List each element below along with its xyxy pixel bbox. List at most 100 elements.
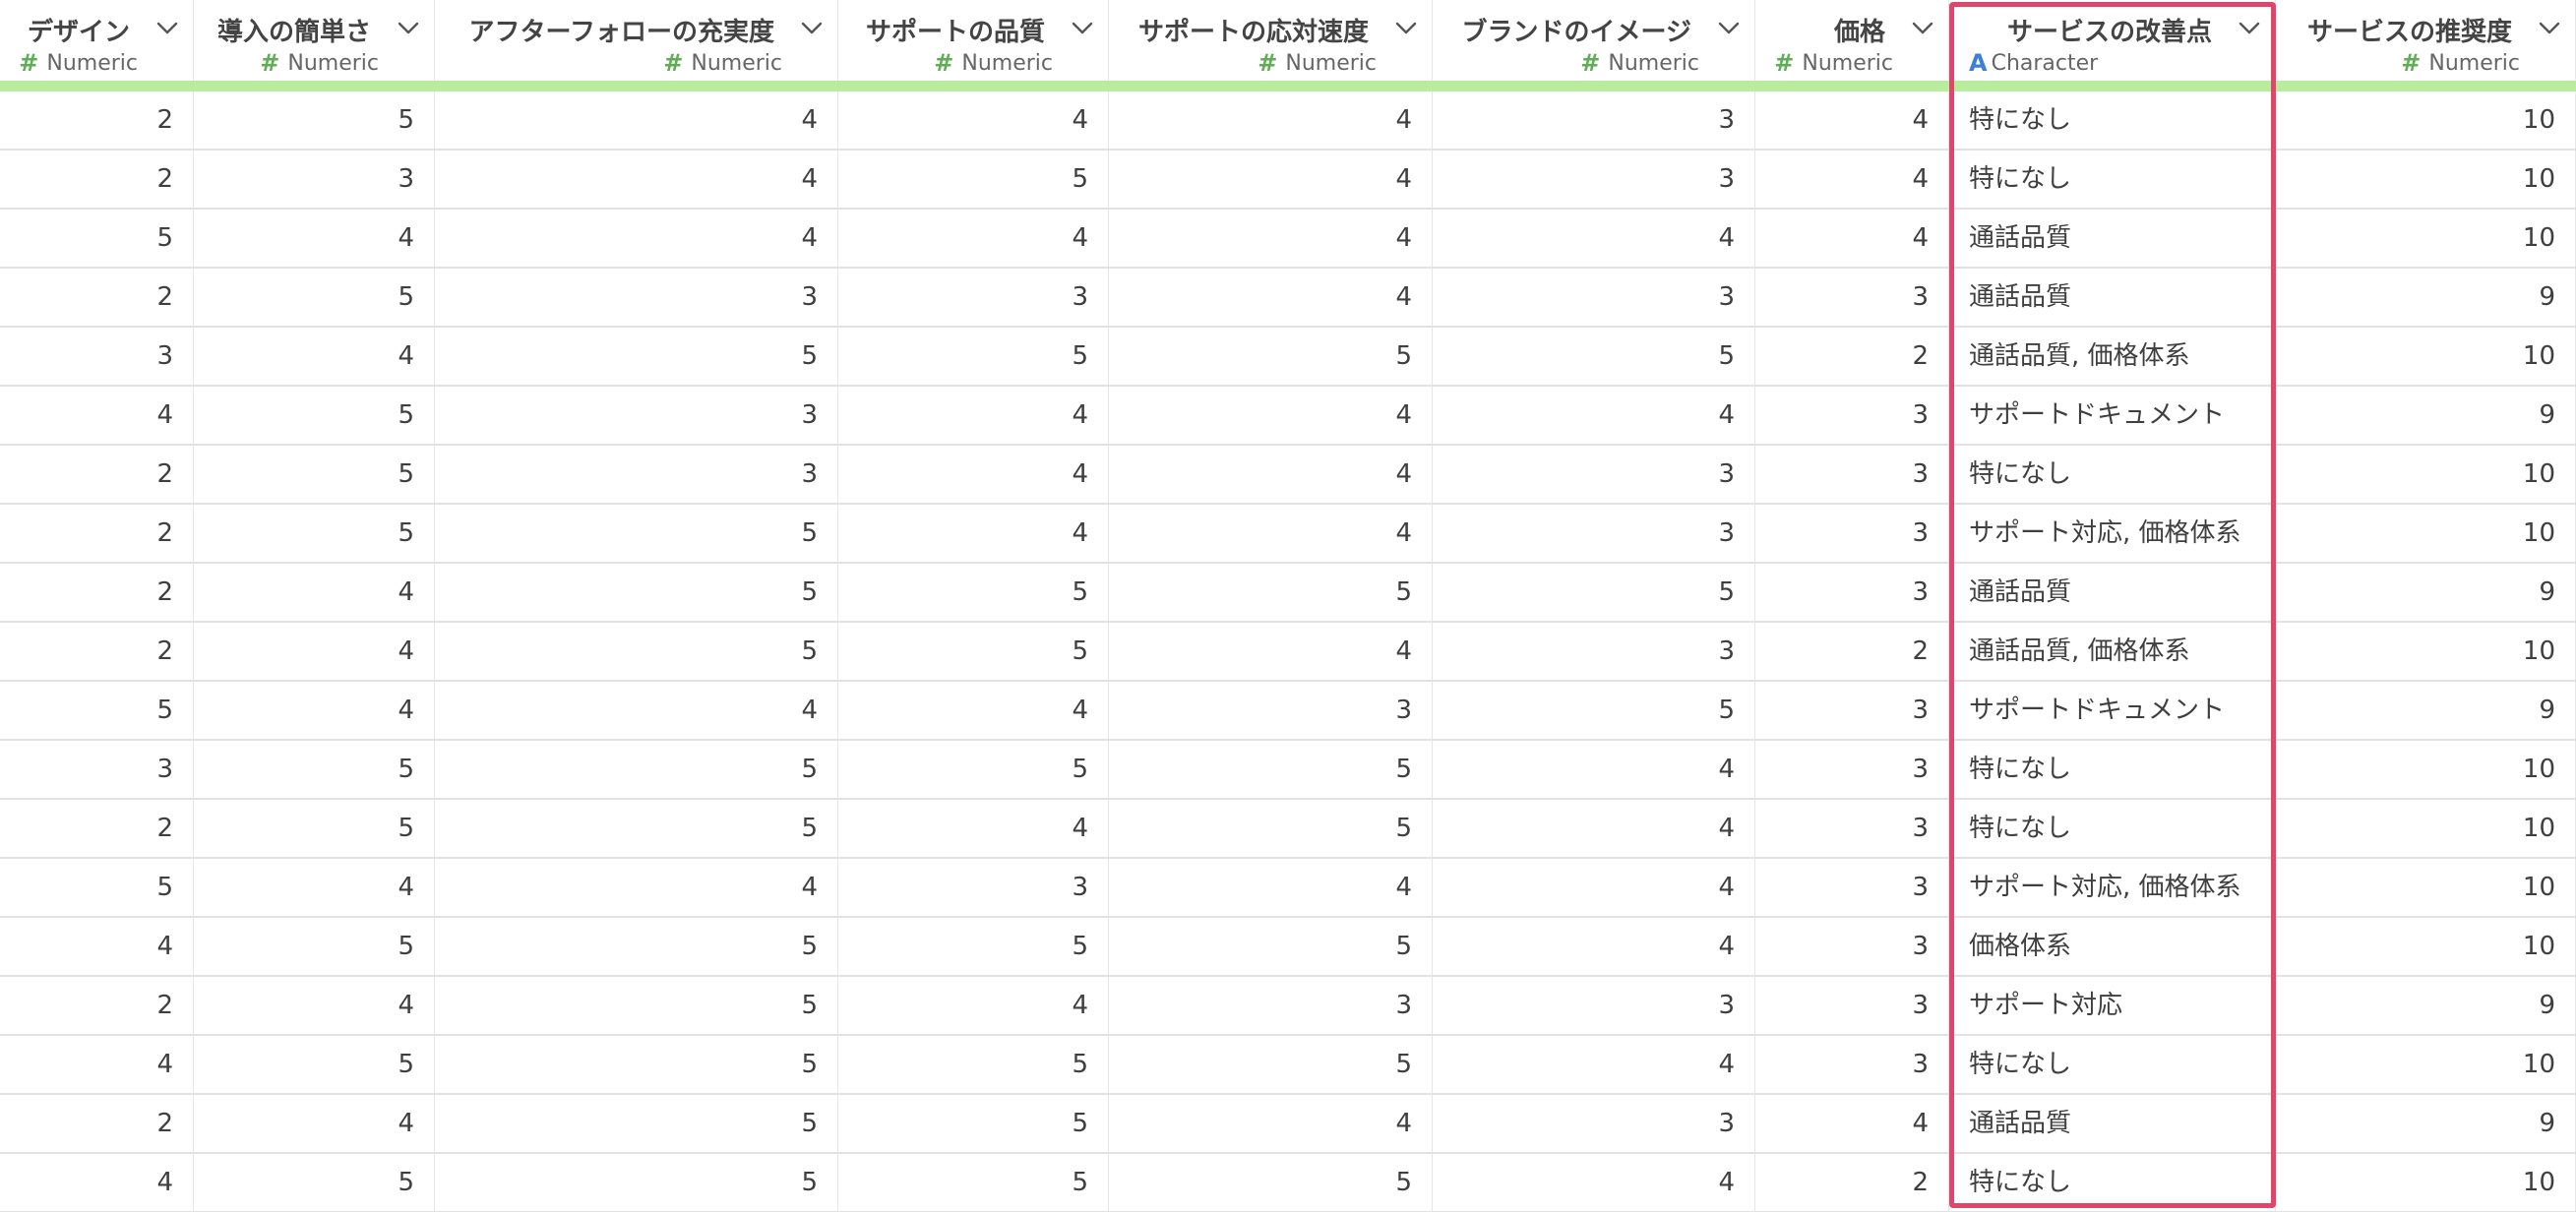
table-cell[interactable]: 4: [1109, 505, 1433, 562]
table-cell[interactable]: 3: [435, 387, 838, 444]
table-cell[interactable]: 価格体系: [1949, 918, 2276, 975]
table-cell[interactable]: 5: [194, 387, 435, 444]
table-cell[interactable]: 5: [194, 505, 435, 562]
table-cell[interactable]: 4: [194, 328, 435, 385]
table-cell[interactable]: 4: [1433, 741, 1755, 798]
table-cell[interactable]: 2: [0, 151, 194, 208]
table-cell[interactable]: 2: [0, 505, 194, 562]
table-cell[interactable]: 特になし: [1949, 151, 2276, 208]
column-header-8[interactable]: サービスの改善点 A Character: [1949, 0, 2276, 81]
table-cell[interactable]: 4: [838, 446, 1109, 503]
chevron-down-icon[interactable]: [800, 18, 824, 37]
table-cell[interactable]: 4: [1109, 859, 1433, 916]
table-cell[interactable]: 4: [1109, 151, 1433, 208]
table-cell[interactable]: 10: [2276, 505, 2576, 562]
table-cell[interactable]: 4: [1755, 210, 1949, 267]
table-cell[interactable]: 5: [435, 328, 838, 385]
table-cell[interactable]: 通話品質, 価格体系: [1949, 623, 2276, 680]
table-cell[interactable]: 10: [2276, 859, 2576, 916]
table-cell[interactable]: 4: [838, 210, 1109, 267]
table-cell[interactable]: 4: [1433, 210, 1755, 267]
table-cell[interactable]: 5: [435, 918, 838, 975]
column-header-7[interactable]: 価格 # Numeric: [1755, 0, 1949, 81]
table-cell[interactable]: 4: [1109, 623, 1433, 680]
table-cell[interactable]: 通話品質: [1949, 564, 2276, 621]
table-cell[interactable]: 2: [0, 623, 194, 680]
table-cell[interactable]: 特になし: [1949, 1154, 2276, 1211]
table-cell[interactable]: 4: [838, 977, 1109, 1034]
table-cell[interactable]: 5: [1109, 564, 1433, 621]
table-cell[interactable]: 3: [1755, 977, 1949, 1034]
table-cell[interactable]: 9: [2276, 564, 2576, 621]
table-cell[interactable]: 5: [838, 1095, 1109, 1152]
table-cell[interactable]: 4: [1433, 800, 1755, 857]
table-cell[interactable]: サポート対応: [1949, 977, 2276, 1034]
table-cell[interactable]: 4: [194, 210, 435, 267]
table-cell[interactable]: 5: [1109, 918, 1433, 975]
table-cell[interactable]: 4: [1109, 387, 1433, 444]
chevron-down-icon[interactable]: [155, 18, 179, 37]
table-cell[interactable]: 5: [0, 210, 194, 267]
table-cell[interactable]: 3: [1433, 151, 1755, 208]
table-cell[interactable]: 5: [194, 741, 435, 798]
table-cell[interactable]: 10: [2276, 91, 2576, 149]
table-cell[interactable]: 3: [1433, 446, 1755, 503]
table-cell[interactable]: 4: [1755, 151, 1949, 208]
table-cell[interactable]: 2: [0, 269, 194, 326]
table-cell[interactable]: 4: [435, 210, 838, 267]
table-cell[interactable]: サポート対応, 価格体系: [1949, 505, 2276, 562]
table-cell[interactable]: 特になし: [1949, 800, 2276, 857]
table-cell[interactable]: 2: [0, 446, 194, 503]
table-cell[interactable]: 特になし: [1949, 446, 2276, 503]
table-cell[interactable]: 4: [194, 564, 435, 621]
table-cell[interactable]: 5: [838, 918, 1109, 975]
table-cell[interactable]: 4: [1755, 1095, 1949, 1152]
table-cell[interactable]: 4: [1109, 210, 1433, 267]
table-cell[interactable]: 5: [838, 151, 1109, 208]
table-cell[interactable]: 3: [1433, 91, 1755, 149]
table-cell[interactable]: 3: [1109, 682, 1433, 739]
table-cell[interactable]: 10: [2276, 800, 2576, 857]
table-cell[interactable]: 3: [0, 741, 194, 798]
table-cell[interactable]: 4: [0, 387, 194, 444]
table-cell[interactable]: 5: [1433, 682, 1755, 739]
table-cell[interactable]: 5: [194, 1154, 435, 1211]
table-cell[interactable]: 通話品質: [1949, 210, 2276, 267]
table-cell[interactable]: 3: [1433, 623, 1755, 680]
chevron-down-icon[interactable]: [2538, 18, 2561, 37]
table-cell[interactable]: 特になし: [1949, 91, 2276, 149]
table-cell[interactable]: 10: [2276, 328, 2576, 385]
table-cell[interactable]: 4: [838, 682, 1109, 739]
table-cell[interactable]: サポートドキュメント: [1949, 682, 2276, 739]
table-cell[interactable]: 4: [1109, 1095, 1433, 1152]
table-cell[interactable]: 9: [2276, 387, 2576, 444]
table-cell[interactable]: 3: [435, 446, 838, 503]
table-cell[interactable]: 4: [838, 800, 1109, 857]
table-cell[interactable]: 3: [838, 269, 1109, 326]
table-cell[interactable]: 4: [1433, 918, 1755, 975]
table-cell[interactable]: 5: [435, 1154, 838, 1211]
table-cell[interactable]: 9: [2276, 977, 2576, 1034]
table-cell[interactable]: 10: [2276, 741, 2576, 798]
table-cell[interactable]: 4: [1433, 1154, 1755, 1211]
column-header-5[interactable]: サポートの応対速度 # Numeric: [1109, 0, 1433, 81]
table-cell[interactable]: 特になし: [1949, 1036, 2276, 1093]
table-cell[interactable]: 5: [1109, 741, 1433, 798]
table-cell[interactable]: 通話品質: [1949, 269, 2276, 326]
table-cell[interactable]: 5: [194, 800, 435, 857]
table-cell[interactable]: 4: [838, 91, 1109, 149]
table-cell[interactable]: 5: [1433, 328, 1755, 385]
table-cell[interactable]: 3: [1433, 1095, 1755, 1152]
table-cell[interactable]: 通話品質: [1949, 1095, 2276, 1152]
column-header-3[interactable]: アフターフォローの充実度 # Numeric: [435, 0, 838, 81]
table-cell[interactable]: 2: [1755, 1154, 1949, 1211]
table-cell[interactable]: 3: [1755, 682, 1949, 739]
table-cell[interactable]: 3: [1755, 1036, 1949, 1093]
table-cell[interactable]: 5: [435, 564, 838, 621]
table-cell[interactable]: 5: [435, 977, 838, 1034]
table-cell[interactable]: 3: [1433, 505, 1755, 562]
table-cell[interactable]: 10: [2276, 918, 2576, 975]
table-cell[interactable]: 3: [1755, 918, 1949, 975]
column-header-9[interactable]: サービスの推奨度 # Numeric: [2276, 0, 2576, 81]
table-cell[interactable]: 2: [0, 91, 194, 149]
